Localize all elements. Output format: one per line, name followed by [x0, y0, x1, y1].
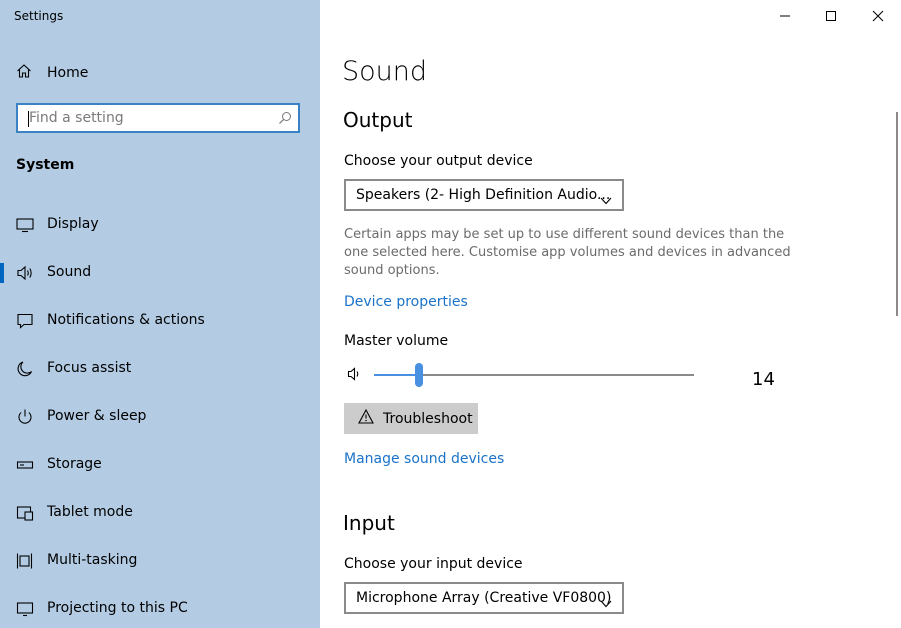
- output-description: Certain apps may be set up to use differ…: [344, 227, 791, 278]
- moon-icon: [16, 360, 34, 378]
- warning-icon: [358, 408, 374, 428]
- sidebar-item-storage[interactable]: Storage: [0, 450, 320, 480]
- troubleshoot-button[interactable]: Troubleshoot: [344, 403, 478, 434]
- sidebar-item-label: Storage: [47, 456, 102, 472]
- projector-icon: [16, 600, 34, 618]
- chevron-down-icon: [600, 190, 612, 209]
- sidebar-item-label: Projecting to this PC: [47, 600, 188, 616]
- maximize-icon: [826, 11, 836, 21]
- input-device-value: Microphone Array (Creative VF0800): [356, 590, 612, 606]
- search-placeholder: Find a setting: [29, 110, 124, 126]
- sidebar-item-power-sleep[interactable]: Power & sleep: [0, 402, 320, 432]
- input-device-label: Choose your input device: [344, 556, 523, 572]
- home-icon: [16, 63, 32, 83]
- volume-value: 14: [752, 369, 775, 390]
- section-title: System: [16, 157, 75, 173]
- sidebar-item-label: Tablet mode: [47, 504, 133, 520]
- sidebar-item-display[interactable]: Display: [0, 210, 320, 240]
- home-label: Home: [47, 65, 89, 81]
- notification-icon: [16, 312, 34, 330]
- sidebar-item-label: Display: [47, 216, 99, 232]
- sidebar-item-sound[interactable]: Sound: [0, 258, 320, 288]
- search-input[interactable]: Find a setting: [16, 103, 300, 133]
- device-properties-link[interactable]: Device properties: [344, 294, 468, 310]
- sidebar-item-focus-assist[interactable]: Focus assist: [0, 354, 320, 384]
- sidebar-item-label: Multi-tasking: [47, 552, 138, 568]
- sidebar-item-label: Sound: [47, 264, 92, 280]
- app-title: Settings: [14, 9, 64, 23]
- sidebar-item-label: Power & sleep: [47, 408, 147, 424]
- search-icon[interactable]: [278, 110, 292, 129]
- maximize-button[interactable]: [821, 6, 841, 26]
- sidebar-item-projecting[interactable]: Projecting to this PC: [0, 594, 320, 624]
- storage-icon: [16, 456, 34, 474]
- output-device-label: Choose your output device: [344, 153, 533, 169]
- output-device-value: Speakers (2- High Definition Audio...: [356, 187, 611, 203]
- power-icon: [16, 408, 34, 426]
- minimize-icon: [780, 15, 790, 17]
- manage-sound-devices-link[interactable]: Manage sound devices: [344, 451, 504, 467]
- multitasking-icon: [16, 552, 34, 570]
- chevron-down-icon: [600, 593, 612, 612]
- volume-slider-thumb[interactable]: [414, 363, 423, 387]
- sidebar-item-notifications[interactable]: Notifications & actions: [0, 306, 320, 336]
- master-volume-label: Master volume: [344, 333, 449, 349]
- speaker-icon: [16, 264, 34, 282]
- sidebar: Settings Home Find a setting System Disp…: [0, 0, 320, 628]
- tablet-icon: [16, 504, 34, 522]
- input-device-dropdown[interactable]: Microphone Array (Creative VF0800): [344, 582, 624, 614]
- home-link[interactable]: Home: [16, 62, 88, 84]
- sidebar-item-label: Notifications & actions: [47, 312, 205, 328]
- output-heading: Output: [343, 108, 413, 132]
- scrollbar[interactable]: [896, 112, 898, 316]
- volume-slider-fill: [374, 374, 419, 376]
- monitor-icon: [16, 216, 34, 234]
- selection-indicator: [0, 263, 4, 283]
- page-title: Sound: [342, 56, 428, 87]
- input-heading: Input: [343, 511, 395, 535]
- volume-icon[interactable]: [347, 366, 363, 386]
- sidebar-item-label: Focus assist: [47, 360, 132, 376]
- close-icon: [872, 10, 884, 22]
- close-button[interactable]: [868, 6, 888, 26]
- output-device-dropdown[interactable]: Speakers (2- High Definition Audio...: [344, 179, 624, 211]
- minimize-button[interactable]: [775, 6, 795, 26]
- sidebar-item-multitasking[interactable]: Multi-tasking: [0, 546, 320, 576]
- sidebar-item-tablet-mode[interactable]: Tablet mode: [0, 498, 320, 528]
- troubleshoot-label: Troubleshoot: [383, 410, 473, 427]
